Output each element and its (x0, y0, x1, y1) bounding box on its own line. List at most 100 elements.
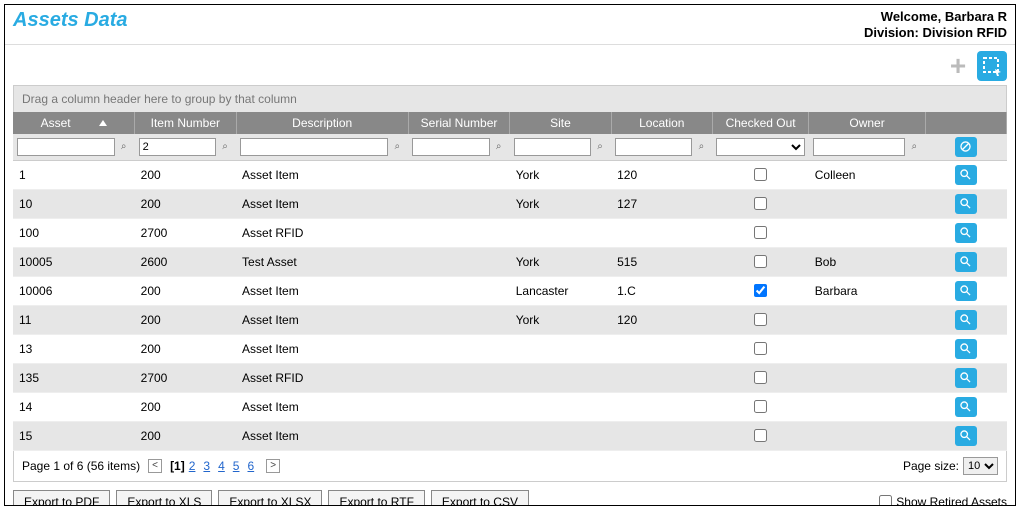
cell-item: 200 (135, 189, 236, 218)
cell-serial (408, 276, 509, 305)
cell-owner (809, 334, 926, 363)
export-csv-button[interactable]: Export to CSV (431, 490, 529, 507)
cell-owner: Bob (809, 247, 926, 276)
view-row-button[interactable] (955, 223, 977, 243)
checked-out-checkbox[interactable] (754, 226, 767, 239)
filter-icon[interactable]: ⌕ (492, 140, 506, 154)
cell-item: 2600 (135, 247, 236, 276)
pager-prev[interactable]: < (148, 459, 162, 473)
view-row-button[interactable] (955, 397, 977, 417)
cell-location: 1.C (611, 276, 712, 305)
filter-asset[interactable] (17, 138, 115, 156)
checked-out-checkbox[interactable] (754, 342, 767, 355)
cell-description: Asset RFID (236, 218, 408, 247)
cell-owner (809, 189, 926, 218)
cell-owner (809, 305, 926, 334)
table-row[interactable]: 10200Asset ItemYork127 (13, 189, 1007, 218)
col-header-asset[interactable]: Asset (13, 112, 135, 134)
col-header-site[interactable]: Site (510, 112, 611, 134)
cell-asset: 11 (13, 305, 135, 334)
clear-filters-button[interactable] (955, 137, 977, 157)
view-row-button[interactable] (955, 426, 977, 446)
table-row[interactable]: 1352700Asset RFID (13, 363, 1007, 392)
col-header-checked[interactable]: Checked Out (712, 112, 808, 134)
show-retired-checkbox[interactable] (879, 495, 892, 506)
clear-icon (959, 140, 972, 153)
table-row[interactable]: 14200Asset Item (13, 392, 1007, 421)
cell-owner (809, 363, 926, 392)
cell-item: 2700 (135, 363, 236, 392)
view-row-button[interactable] (955, 310, 977, 330)
filter-description[interactable] (240, 138, 388, 156)
col-header-item[interactable]: Item Number (135, 112, 236, 134)
table-row[interactable]: 1002700Asset RFID (13, 218, 1007, 247)
filter-icon[interactable]: ⌕ (907, 140, 921, 154)
filter-serial[interactable] (412, 138, 489, 156)
filter-location[interactable] (615, 138, 692, 156)
filter-icon[interactable]: ⌕ (593, 140, 607, 154)
checked-out-checkbox[interactable] (754, 255, 767, 268)
checked-out-checkbox[interactable] (754, 197, 767, 210)
checked-out-checkbox[interactable] (754, 429, 767, 442)
table-row[interactable]: 100052600Test AssetYork515Bob (13, 247, 1007, 276)
add-button[interactable]: + (943, 51, 973, 81)
cell-location: 120 (611, 305, 712, 334)
filter-site[interactable] (514, 138, 591, 156)
pager-page-link[interactable]: 6 (247, 459, 254, 473)
filter-icon[interactable]: ⌕ (694, 140, 708, 154)
select-area-icon (982, 56, 1002, 76)
show-retired-label: Show Retired Assets (896, 495, 1007, 507)
cell-serial (408, 305, 509, 334)
view-row-button[interactable] (955, 339, 977, 359)
col-header-location[interactable]: Location (611, 112, 712, 134)
cell-owner (809, 392, 926, 421)
table-row[interactable]: 1200Asset ItemYork120Colleen (13, 160, 1007, 189)
pager-page-link[interactable]: 4 (218, 459, 225, 473)
group-by-bar[interactable]: Drag a column header here to group by th… (13, 85, 1007, 112)
export-xlsx-button[interactable]: Export to XLSX (218, 490, 322, 507)
table-row[interactable]: 15200Asset Item (13, 421, 1007, 450)
pager-page-link[interactable]: 5 (233, 459, 240, 473)
cell-site (510, 218, 611, 247)
view-row-button[interactable] (955, 281, 977, 301)
cell-description: Asset Item (236, 305, 408, 334)
col-header-description[interactable]: Description (236, 112, 408, 134)
cell-item: 200 (135, 160, 236, 189)
filter-item[interactable] (139, 138, 216, 156)
pager-page-link[interactable]: 3 (203, 459, 210, 473)
select-area-button[interactable] (977, 51, 1007, 81)
view-row-button[interactable] (955, 252, 977, 272)
filter-icon[interactable]: ⌕ (218, 140, 232, 154)
view-row-button[interactable] (955, 165, 977, 185)
checked-out-checkbox[interactable] (754, 400, 767, 413)
filter-icon[interactable]: ⌕ (117, 140, 131, 154)
search-icon (959, 400, 972, 413)
show-retired-toggle[interactable]: Show Retired Assets (879, 495, 1007, 507)
search-icon (959, 342, 972, 355)
col-header-serial[interactable]: Serial Number (408, 112, 509, 134)
table-row[interactable]: 11200Asset ItemYork120 (13, 305, 1007, 334)
checked-out-checkbox[interactable] (754, 168, 767, 181)
export-rtf-button[interactable]: Export to RTF (328, 490, 424, 507)
table-row[interactable]: 13200Asset Item (13, 334, 1007, 363)
cell-description: Asset Item (236, 276, 408, 305)
checked-out-checkbox[interactable] (754, 313, 767, 326)
view-row-button[interactable] (955, 194, 977, 214)
checked-out-checkbox[interactable] (754, 284, 767, 297)
welcome-block: Welcome, Barbara R Division: Division RF… (864, 9, 1007, 42)
table-row[interactable]: 10006200Asset ItemLancaster1.CBarbara (13, 276, 1007, 305)
checked-out-checkbox[interactable] (754, 371, 767, 384)
filter-owner[interactable] (813, 138, 906, 156)
cell-serial (408, 160, 509, 189)
filter-icon[interactable]: ⌕ (390, 140, 404, 154)
filter-checked[interactable] (716, 138, 804, 156)
page-size-select[interactable]: 10 (963, 457, 998, 475)
view-row-button[interactable] (955, 368, 977, 388)
export-xls-button[interactable]: Export to XLS (116, 490, 212, 507)
cell-description: Asset RFID (236, 363, 408, 392)
export-pdf-button[interactable]: Export to PDF (13, 490, 110, 507)
pager-page-link[interactable]: 2 (189, 459, 196, 473)
pager-next[interactable]: > (266, 459, 280, 473)
col-header-owner[interactable]: Owner (809, 112, 926, 134)
cell-site: York (510, 189, 611, 218)
